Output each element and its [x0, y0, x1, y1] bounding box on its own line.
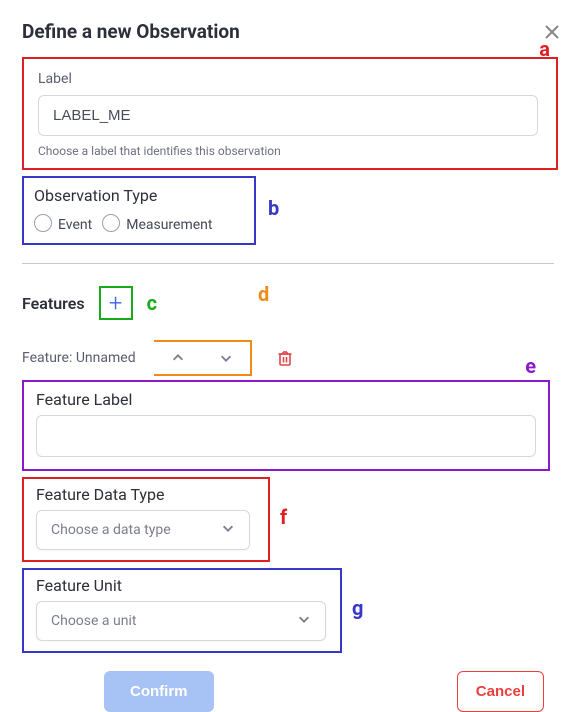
- plus-icon: +: [109, 291, 123, 315]
- move-down-button[interactable]: [202, 342, 250, 374]
- label-input[interactable]: [38, 95, 538, 136]
- radio-circle-icon: [102, 214, 120, 232]
- annotation-f: f: [280, 505, 287, 529]
- feature-label-input[interactable]: [36, 415, 536, 457]
- radio-event-label: Event: [58, 217, 92, 233]
- label-field-label: Label: [38, 71, 538, 87]
- feature-data-type-section: Feature Data Type Choose a data type: [22, 477, 270, 562]
- chevron-down-icon: [221, 521, 235, 535]
- radio-measurement-label: Measurement: [126, 217, 212, 233]
- move-up-button[interactable]: [154, 342, 202, 374]
- delete-feature-button[interactable]: [276, 349, 294, 367]
- unit-select[interactable]: Choose a unit: [36, 601, 326, 641]
- label-section: a Label Choose a label that identifies t…: [22, 57, 558, 170]
- annotation-a: a: [539, 37, 550, 61]
- features-title: Features: [22, 294, 85, 313]
- trash-icon: [276, 349, 294, 367]
- add-feature-button[interactable]: +: [99, 286, 133, 320]
- feature-label-section: Feature Label: [22, 380, 550, 471]
- chevron-up-icon: [171, 351, 185, 365]
- annotation-c: c: [147, 291, 157, 315]
- label-help-text: Choose a label that identifies this obse…: [38, 144, 538, 158]
- radio-event[interactable]: Event: [34, 211, 92, 233]
- chevron-down-icon: [219, 351, 233, 365]
- data-type-select[interactable]: Choose a data type: [36, 510, 250, 550]
- annotation-e: e: [525, 354, 536, 378]
- data-type-field-label: Feature Data Type: [36, 485, 256, 504]
- annotation-g: g: [352, 596, 363, 620]
- data-type-placeholder: Choose a data type: [51, 522, 171, 538]
- unit-placeholder: Choose a unit: [51, 613, 136, 629]
- dialog-title: Define a new Observation: [22, 20, 240, 43]
- obs-type-label: Observation Type: [34, 186, 244, 205]
- feature-label-field-label: Feature Label: [36, 390, 536, 409]
- annotation-d: d: [258, 282, 269, 306]
- unit-field-label: Feature Unit: [36, 576, 328, 595]
- divider: [22, 263, 554, 264]
- feature-unit-section: Feature Unit Choose a unit: [22, 568, 342, 653]
- confirm-button[interactable]: Confirm: [104, 671, 214, 712]
- cancel-button[interactable]: Cancel: [457, 671, 544, 712]
- annotation-b: b: [268, 196, 279, 220]
- observation-type-section: Observation Type Event Measurement: [22, 176, 256, 245]
- radio-measurement[interactable]: Measurement: [102, 211, 212, 233]
- feature-name: Feature: Unnamed: [22, 350, 136, 366]
- radio-circle-icon: [34, 214, 52, 232]
- chevron-down-icon: [297, 612, 311, 626]
- reorder-arrows: [154, 340, 252, 376]
